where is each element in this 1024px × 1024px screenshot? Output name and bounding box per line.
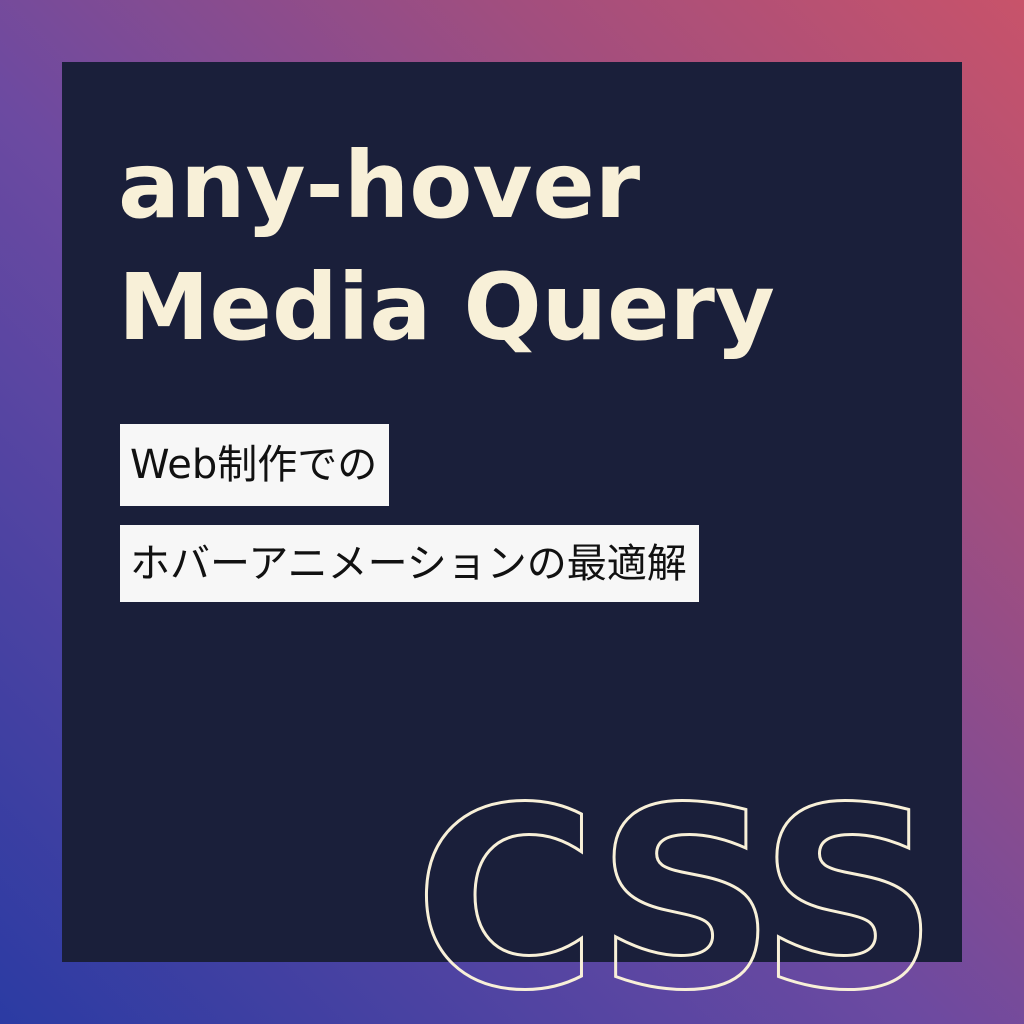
subtitle-tag-1: Web制作での — [120, 424, 390, 506]
subtitle-line-2: ホバーアニメーションの最適解 — [130, 540, 687, 587]
thumbnail-canvas: any-hover Media Query Web制作での ホバーアニメーション… — [0, 0, 1024, 1024]
title-line-2: Media Query — [118, 254, 775, 361]
subtitle-tag-2: ホバーアニメーションの最適解 — [120, 525, 699, 602]
title-line-1: any-hover — [118, 132, 641, 239]
subtitle-line-1: Web制作での — [130, 442, 378, 488]
